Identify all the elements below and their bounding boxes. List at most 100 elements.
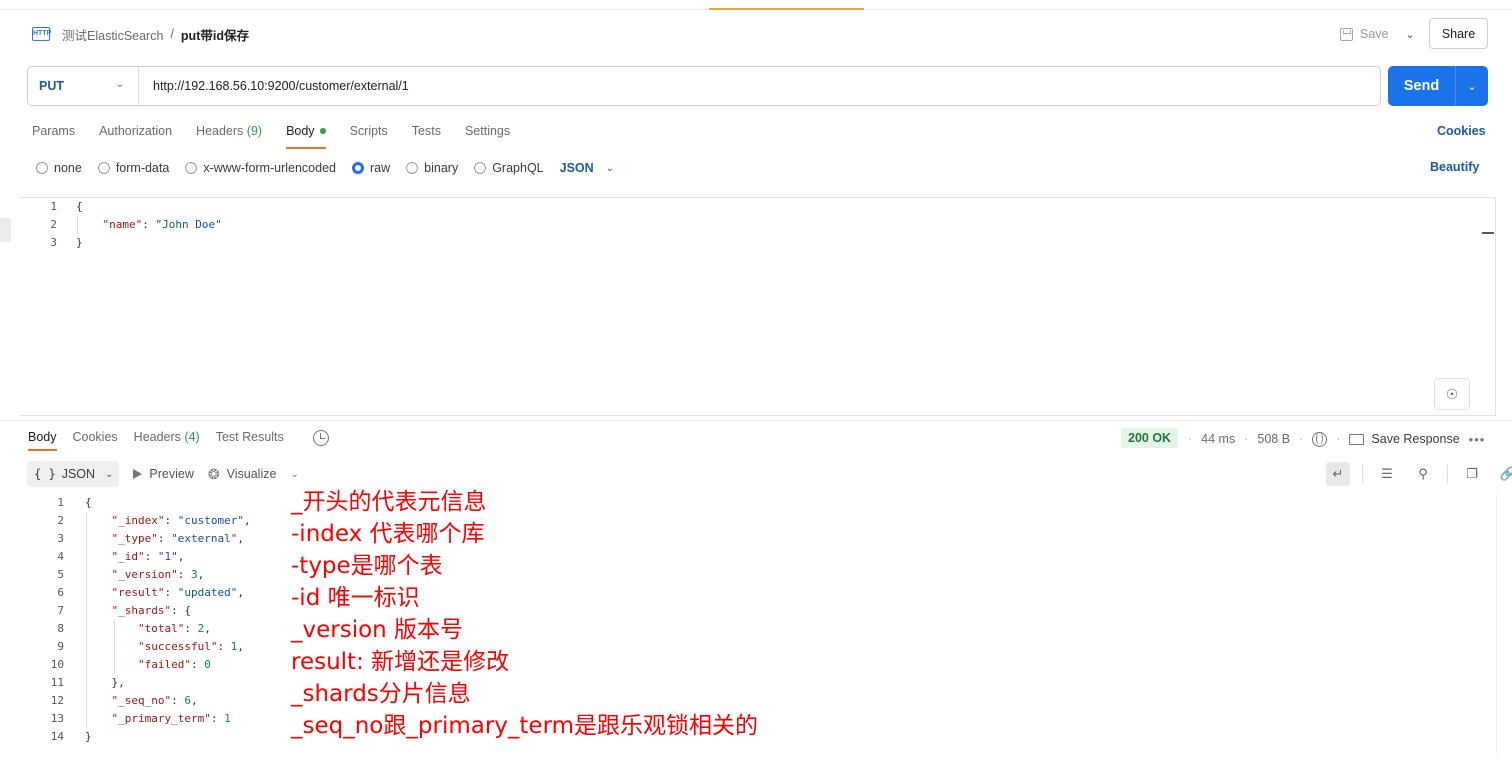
code-line: 13 "_primary_term": 1 xyxy=(27,710,231,728)
tab-body[interactable]: Body xyxy=(286,123,326,149)
radio-raw[interactable]: raw xyxy=(352,161,390,175)
code-text: "successful": 1, xyxy=(137,640,244,653)
save-button[interactable]: Save xyxy=(1340,22,1389,46)
json-value: 6 xyxy=(184,694,191,707)
radio-binary[interactable]: binary xyxy=(406,161,458,175)
body-modified-dot xyxy=(319,128,326,134)
response-tab-body[interactable]: Body xyxy=(28,429,57,451)
annotation-text: _开头的代表元信息 xyxy=(291,489,487,515)
line-number: 11 xyxy=(50,676,64,689)
breadcrumb-collection[interactable]: 测试ElasticSearch xyxy=(62,25,163,44)
annotation-text: _seq_no跟_primary_term是跟乐观锁相关的 xyxy=(291,713,759,739)
tab-settings[interactable]: Settings xyxy=(465,123,510,149)
code-line: 2 "name": "John Doe" xyxy=(20,216,222,234)
radio-none[interactable]: none xyxy=(36,161,82,175)
visualize-chevron-icon[interactable]: ⌄ xyxy=(290,469,298,480)
response-tab-headers[interactable]: Headers (4) xyxy=(134,429,200,451)
json-value: 0 xyxy=(204,658,211,671)
json-comma: , xyxy=(237,640,244,653)
code-text: "_type": "external", xyxy=(111,532,244,545)
link-icon[interactable]: 🔗 xyxy=(1496,462,1512,486)
history-icon[interactable] xyxy=(313,430,329,446)
radio-raw-circle xyxy=(352,162,364,174)
chevron-down-icon: ⌄ xyxy=(115,79,124,90)
beautify-link[interactable]: Beautify xyxy=(1430,160,1479,174)
code-line: 11 }, xyxy=(27,674,125,692)
response-body-viewer[interactable]: 1{2 "_index": "customer", 3 "_type": "ext… xyxy=(27,494,1497,754)
radio-form-data[interactable]: form-data xyxy=(97,161,169,175)
annotation-text: -type是哪个表 xyxy=(291,553,443,579)
code-line: 1 { xyxy=(20,198,82,216)
code-text: }, xyxy=(64,674,125,692)
search-icon[interactable]: ⚲ xyxy=(1411,462,1435,486)
preview-button[interactable]: Preview xyxy=(133,467,194,481)
code-text: "_id": "1", xyxy=(111,550,185,563)
code-text: { xyxy=(64,494,92,512)
radio-urlencoded[interactable]: x-www-form-urlencoded xyxy=(185,161,336,175)
breadcrumb-request-name[interactable]: put带id保存 xyxy=(181,25,249,44)
response-tab-test-results[interactable]: Test Results xyxy=(216,429,284,451)
save-response-button[interactable]: Save Response xyxy=(1349,432,1460,446)
radio-none-circle xyxy=(36,162,48,174)
send-options-chevron-icon[interactable]: ⌄ xyxy=(1455,66,1488,106)
save-response-icon xyxy=(1349,433,1365,445)
wrap-lines-icon[interactable]: ↵ xyxy=(1326,462,1350,486)
code-text: } xyxy=(64,728,92,746)
tab-headers[interactable]: Headers (9) xyxy=(196,123,262,149)
tab-tests[interactable]: Tests xyxy=(412,123,441,149)
response-format-select[interactable]: { } JSON ⌄ xyxy=(27,461,120,487)
radio-graphql-circle xyxy=(474,162,487,174)
response-tab-cookies[interactable]: Cookies xyxy=(73,429,118,451)
radio-urlencoded-circle xyxy=(185,162,198,174)
response-tab-headers-label: Headers xyxy=(133,430,181,444)
request-body-editor[interactable]: 1 { 2 "name": "John Doe" 3 } xyxy=(20,197,1496,416)
json-comma: , xyxy=(177,550,185,563)
more-options-icon[interactable]: ••• xyxy=(1469,432,1486,447)
tab-authorization[interactable]: Authorization xyxy=(99,123,172,149)
preview-label: Preview xyxy=(149,467,194,481)
json-key: "_seq_no" xyxy=(111,694,172,707)
raw-format-label: JSON xyxy=(559,161,594,175)
json-key: "_shards" xyxy=(111,604,172,617)
method-select[interactable]: PUT ⌄ xyxy=(28,67,139,105)
share-button[interactable]: Share xyxy=(1429,18,1488,49)
filter-icon[interactable]: ☰ xyxy=(1375,462,1399,486)
tab-scripts[interactable]: Scripts xyxy=(350,123,388,149)
line-number: 4 xyxy=(57,550,64,563)
body-type-selector: none form-data x-www-form-urlencoded raw… xyxy=(36,160,614,176)
cookies-link[interactable]: Cookies xyxy=(1437,124,1486,138)
line-number: 3 xyxy=(50,236,57,249)
json-punctuation: }, xyxy=(111,676,125,689)
divider xyxy=(1447,465,1448,483)
response-scrollbar[interactable] xyxy=(1496,494,1497,754)
json-key: "successful" xyxy=(137,640,218,653)
visualize-icon: ❂ xyxy=(207,465,220,482)
json-key: "_id" xyxy=(111,550,145,563)
tab-params[interactable]: Params xyxy=(32,123,75,149)
json-value: "1" xyxy=(157,550,178,563)
send-button[interactable]: Send ⌄ xyxy=(1388,66,1488,106)
json-key: "result" xyxy=(111,586,165,599)
chevron-down-icon: ⌄ xyxy=(605,162,615,174)
code-text: "name": "John Doe" xyxy=(102,218,222,231)
radio-graphql[interactable]: GraphQL xyxy=(474,161,544,175)
visualize-button[interactable]: ❂ Visualize xyxy=(208,466,277,483)
json-comma: , xyxy=(237,586,244,599)
response-format-label: JSON xyxy=(61,467,96,481)
json-key: "_index" xyxy=(111,514,165,527)
json-value: "external" xyxy=(171,532,238,545)
raw-format-select[interactable]: JSON ⌄ xyxy=(560,161,614,175)
url-input[interactable] xyxy=(139,67,1380,105)
method-label: PUT xyxy=(39,79,64,93)
ai-assist-icon[interactable]: ☉ xyxy=(1434,378,1470,410)
json-punctuation: { xyxy=(85,496,92,509)
annotation-text: -index 代表哪个库 xyxy=(291,521,485,547)
line-number: 8 xyxy=(57,622,64,635)
save-options-chevron-icon[interactable]: ⌄ xyxy=(1398,22,1422,46)
globe-icon[interactable] xyxy=(1312,431,1328,447)
annotation-text: result: 新增还是修改 xyxy=(291,649,510,675)
copy-icon[interactable]: ❐ xyxy=(1460,462,1484,486)
code-line: 5 "_version": 3, xyxy=(27,566,204,584)
json-comma: , xyxy=(190,694,198,707)
status-badge: 200 OK xyxy=(1121,428,1179,448)
